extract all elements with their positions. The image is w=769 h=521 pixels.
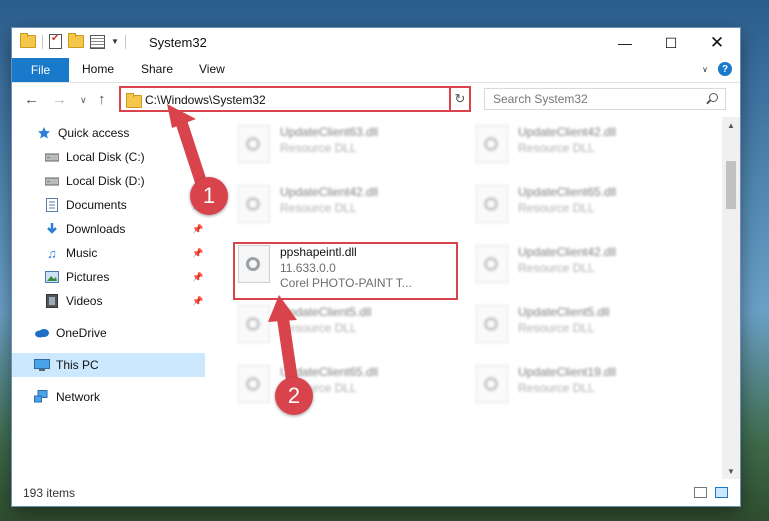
annotation-arrows	[167, 104, 298, 386]
step-2-badge: 2	[275, 377, 313, 415]
arrow-1	[167, 104, 209, 194]
arrow-2	[268, 295, 298, 386]
step-1-badge: 1	[190, 177, 228, 215]
